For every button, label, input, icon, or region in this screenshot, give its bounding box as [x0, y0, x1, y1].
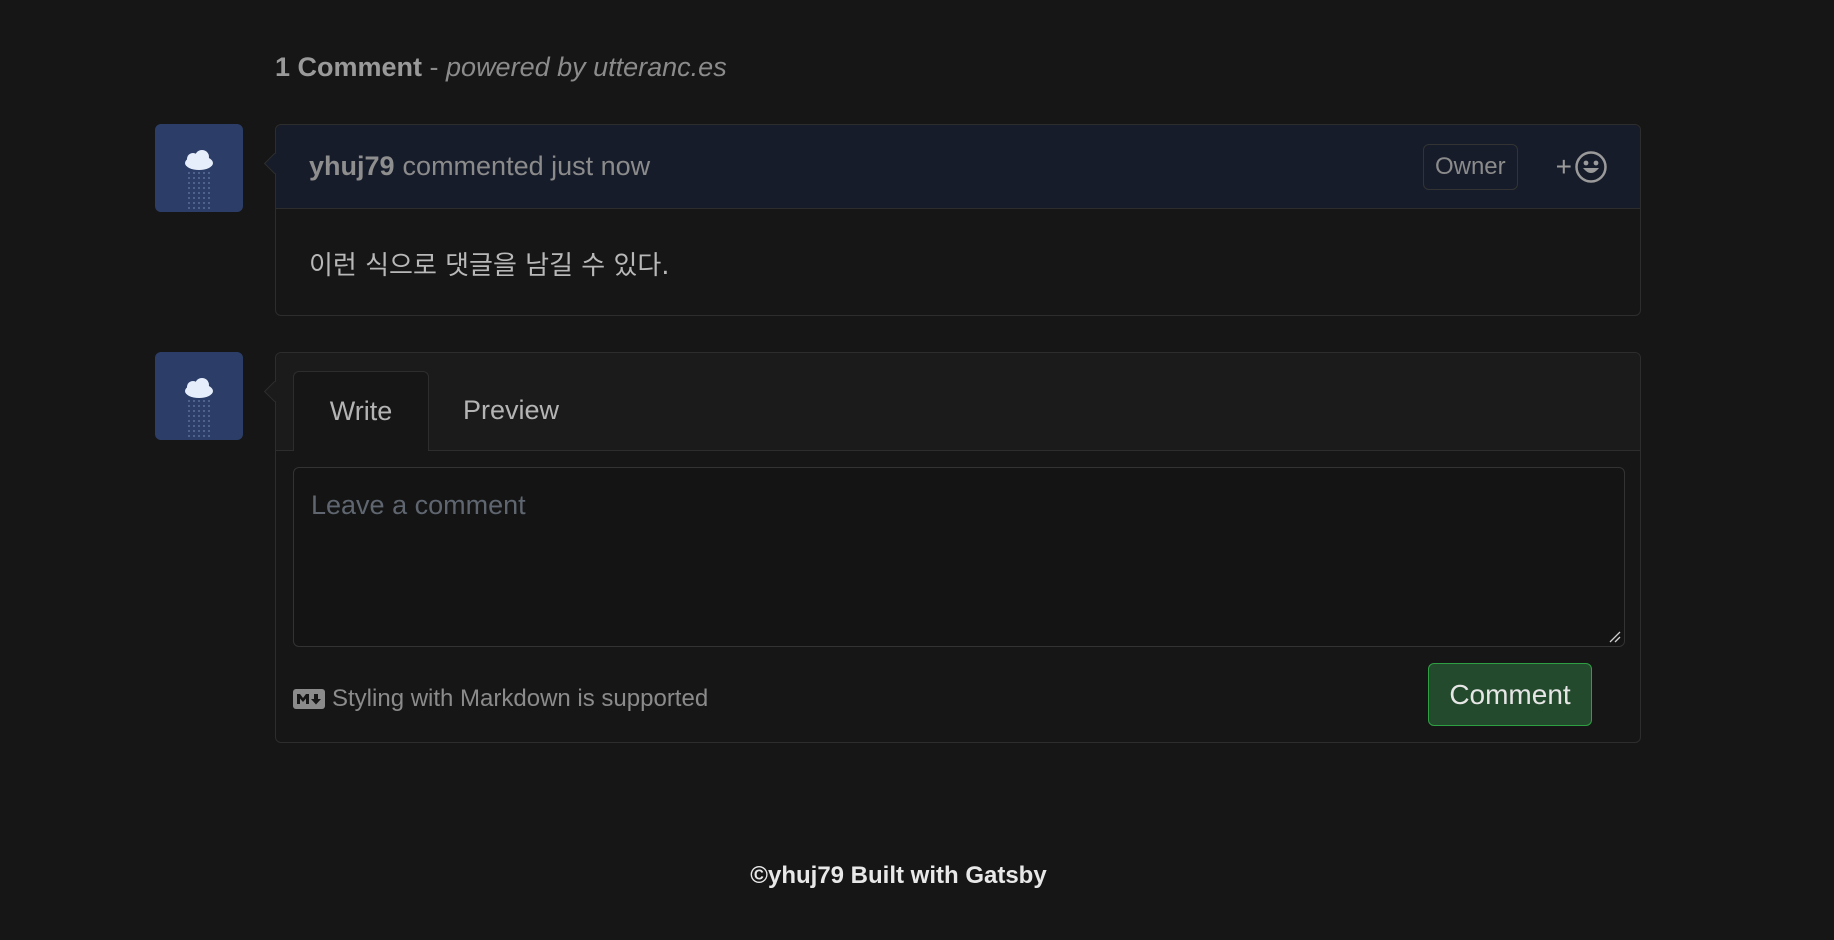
avatar[interactable]	[155, 124, 243, 212]
markdown-support-note[interactable]: Styling with Markdown is supported	[293, 685, 708, 713]
powered-by-label: powered by utteranc.es	[446, 52, 727, 82]
comment-header: yhuj79 commented just now Owner +	[276, 125, 1640, 209]
avatar[interactable]	[155, 352, 243, 440]
header-separator: -	[422, 52, 447, 82]
footer-text: ©yhuj79 Built with Gatsby	[750, 862, 1047, 889]
owner-badge: Owner	[1422, 143, 1518, 190]
comment-timestamp[interactable]: commented just now	[403, 151, 651, 182]
markdown-icon	[293, 689, 325, 709]
comment-placeholder: Leave a comment	[311, 490, 526, 520]
tab-write[interactable]: Write	[293, 371, 429, 451]
submit-comment-button[interactable]: Comment	[1428, 663, 1592, 726]
comment-author[interactable]: yhuj79	[309, 151, 395, 182]
page: 1 Comment - powered by utteranc.es yhuj7…	[0, 0, 1834, 940]
comment-body: 이런 식으로 댓글을 남길 수 있다.	[309, 251, 670, 281]
tab-preview[interactable]: Preview	[446, 371, 576, 450]
comment-count: 1 Comment	[275, 52, 423, 82]
add-reaction-button[interactable]: +	[1556, 150, 1608, 184]
plus-icon: +	[1555, 150, 1572, 182]
cloud-rain-icon	[185, 150, 213, 210]
editor-tab-bar: Write Preview	[276, 353, 1640, 451]
resize-handle-icon[interactable]	[1609, 631, 1621, 643]
cloud-rain-icon	[185, 378, 213, 438]
smiley-icon	[1575, 150, 1607, 183]
markdown-note-label: Styling with Markdown is supported	[332, 685, 709, 712]
comments-count-header: 1 Comment - powered by utteranc.es	[275, 52, 727, 83]
comment-textarea[interactable]: Leave a comment	[293, 467, 1625, 647]
new-comment-form: Write Preview Leave a comment Styling wi…	[275, 352, 1641, 743]
comment-card: yhuj79 commented just now Owner + 이런 식으로…	[275, 124, 1641, 316]
